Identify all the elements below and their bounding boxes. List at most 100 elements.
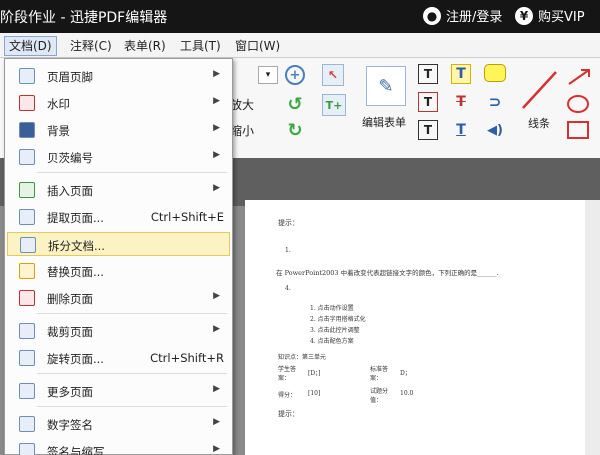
submenu-arrow-icon: ▶ (213, 123, 220, 133)
doc-knowledge: 知识点：第三单元 (278, 354, 327, 361)
menu-window[interactable]: 窗口(W) (231, 36, 284, 56)
menu-item-shortcut: Ctrl+Shift+R (150, 351, 224, 365)
menu-item-label: 数字签名 (47, 418, 93, 432)
digital-signature-icon (19, 416, 35, 432)
underline-icon[interactable]: T (451, 120, 471, 140)
background-icon (19, 122, 35, 138)
doc-option: 2. 点击字用搭格式化 (310, 316, 366, 323)
login-label: 注册/登录 (446, 10, 503, 25)
menu-item-crop-page[interactable]: 裁剪页面 ▶ (7, 319, 230, 343)
doc-q1-text: 在 PowerPoint2003 中着改变代表超链接文字的颜色，下列正确的是__… (276, 269, 499, 277)
callout-icon[interactable]: T (418, 120, 438, 140)
rotate-page-icon (19, 350, 35, 366)
doc-option: 1. 点击动作设置 (310, 305, 354, 312)
textbox-icon[interactable]: T (418, 92, 438, 112)
menu-form[interactable]: 表单(R) (120, 36, 170, 56)
attach-file-icon[interactable]: ⊃ (485, 92, 505, 112)
rotate-ccw-icon[interactable]: ↺ (285, 94, 305, 115)
replace-page-icon (19, 263, 35, 279)
strikeout-icon[interactable]: T (451, 92, 471, 112)
line-tool-icon[interactable] (520, 68, 560, 112)
ellipse-tool-icon[interactable] (565, 94, 595, 114)
menu-item-extract-page[interactable]: 提取页面... Ctrl+Shift+E (7, 205, 230, 229)
menu-item-more-pages[interactable]: 更多页面 ▶ (7, 379, 230, 403)
submenu-arrow-icon: ▶ (213, 444, 220, 454)
note-icon[interactable] (484, 64, 506, 82)
sign-initials-icon (19, 443, 35, 455)
edit-form-label[interactable]: 编辑表单 (362, 114, 406, 130)
doc-score: [10] (308, 390, 321, 397)
buy-vip-button[interactable]: ¥ 购买VIP (515, 6, 585, 25)
doc-option: 3. 点击此控片调整 (310, 327, 360, 334)
doc-student-ans-label: 学生答案： (278, 366, 297, 382)
doc-q1-num: 1. (285, 247, 291, 254)
yen-icon: ¥ (515, 6, 533, 25)
menu-item-label: 裁剪页面 (47, 325, 93, 339)
document-page: 提示： 1. 在 PowerPoint2003 中着改变代表超链接文字的颜色，下… (245, 200, 585, 455)
menu-item-label: 提取页面... (47, 211, 104, 225)
menu-item-watermark[interactable]: 水印 ▶ (7, 91, 230, 115)
doc-student-ans: [D；] (308, 370, 321, 377)
zoom-in-icon[interactable]: + (285, 65, 305, 85)
zoom-in-label[interactable]: 放大 (230, 96, 254, 113)
menu-item-label: 签名与缩写 (47, 445, 105, 455)
submenu-arrow-icon: ▶ (213, 96, 220, 106)
submenu-arrow-icon: ▶ (213, 150, 220, 160)
login-button[interactable]: ● 注册/登录 (423, 6, 502, 25)
menu-item-split-document[interactable]: 拆分文档... (7, 232, 230, 256)
menu-item-header-footer[interactable]: 页眉页脚 ▶ (7, 64, 230, 88)
menu-separator (37, 313, 227, 314)
menu-item-label: 更多页面 (47, 385, 93, 399)
submenu-arrow-icon: ▶ (213, 291, 220, 301)
zoom-out-label[interactable]: 缩小 (230, 122, 254, 139)
menu-item-label: 页眉页脚 (47, 70, 93, 84)
menu-item-label: 水印 (47, 97, 70, 111)
menu-item-background[interactable]: 背景 ▶ (7, 118, 230, 142)
menu-item-replace-page[interactable]: 替换页面... (7, 259, 230, 283)
extract-page-icon (19, 209, 35, 225)
bates-numbering-icon (19, 149, 35, 165)
doc-hint-1: 提示： (278, 219, 299, 227)
header-footer-icon (19, 68, 35, 84)
sound-icon[interactable]: ◀) (484, 120, 506, 140)
doc-score-label: 得分： (278, 392, 297, 399)
rectangle-tool-icon[interactable] (565, 120, 595, 140)
highlight-text-icon[interactable]: T (451, 64, 471, 84)
typewriter-icon[interactable]: T (418, 64, 438, 84)
doc-q4-num: 4. (285, 285, 291, 292)
crop-page-icon (19, 323, 35, 339)
menu-item-label: 贝茨编号 (47, 151, 93, 165)
rotate-cw-icon[interactable]: ↻ (285, 120, 305, 141)
more-pages-icon (19, 383, 35, 399)
menu-item-delete-page[interactable]: 删除页面 ▶ (7, 286, 230, 310)
menu-item-sign-initials[interactable]: 签名与缩写 ▶ (7, 439, 230, 455)
menu-item-insert-page[interactable]: 插入页面 ▶ (7, 178, 230, 202)
menu-annotate[interactable]: 注释(C) (66, 36, 116, 56)
menu-item-digital-signature[interactable]: 数字签名 ▶ (7, 412, 230, 436)
submenu-arrow-icon: ▶ (213, 183, 220, 193)
menu-item-label: 插入页面 (47, 184, 93, 198)
lines-label[interactable]: 线条 (528, 115, 550, 131)
title-bar: 阶段作业 - 迅捷PDF编辑器 ● 注册/登录 ¥ 购买VIP (0, 0, 600, 33)
menu-separator (37, 172, 227, 173)
menu-document[interactable]: 文档(D) (4, 36, 57, 56)
doc-option: 4. 点击配色方案 (310, 338, 354, 345)
text-tool-icon[interactable]: T+ (322, 94, 346, 116)
menu-item-label: 背景 (47, 124, 70, 138)
arrow-tool-icon[interactable] (565, 66, 595, 88)
menu-item-label: 替换页面... (47, 265, 104, 279)
select-tool-icon[interactable]: ↖ (322, 64, 344, 86)
edit-form-icon[interactable]: ✎ (366, 66, 406, 106)
doc-test-score-label: 试题分值： (370, 388, 389, 404)
vertical-scrollbar[interactable] (585, 200, 600, 455)
menu-separator (37, 373, 227, 374)
submenu-arrow-icon: ▶ (213, 384, 220, 394)
menu-tools[interactable]: 工具(T) (176, 36, 225, 56)
doc-std-ans-label: 标准答案： (370, 366, 389, 382)
menu-item-bates-numbering[interactable]: 贝茨编号 ▶ (7, 145, 230, 169)
menu-item-label: 删除页面 (47, 292, 93, 306)
menu-item-label: 拆分文档... (48, 239, 105, 253)
zoom-dropdown[interactable]: ▾ (258, 66, 278, 84)
delete-page-icon (19, 290, 35, 306)
menu-item-rotate-page[interactable]: 旋转页面... Ctrl+Shift+R (7, 346, 230, 370)
